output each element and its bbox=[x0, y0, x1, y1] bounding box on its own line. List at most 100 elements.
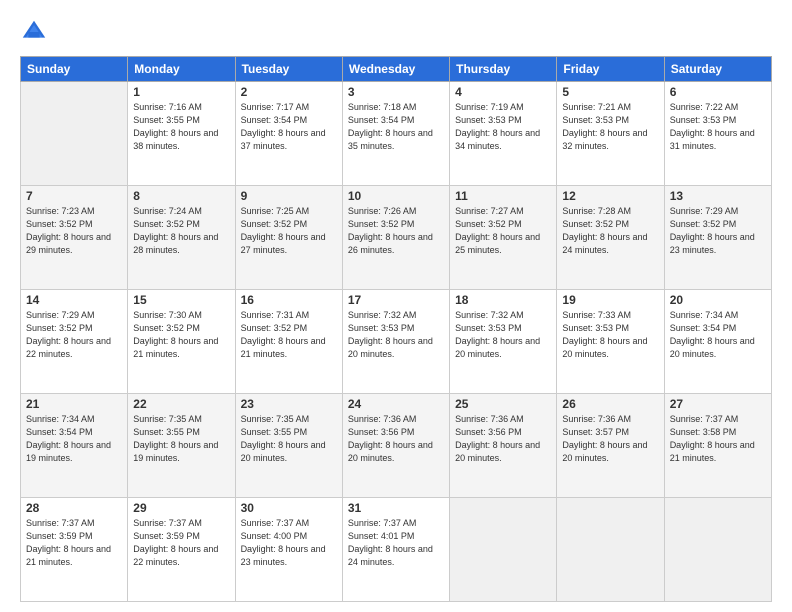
calendar-cell: 3 Sunrise: 7:18 AMSunset: 3:54 PMDaylight… bbox=[342, 82, 449, 186]
day-info: Sunrise: 7:33 AMSunset: 3:53 PMDaylight:… bbox=[562, 309, 658, 361]
day-number: 5 bbox=[562, 85, 658, 99]
calendar-table: Sunday Monday Tuesday Wednesday Thursday… bbox=[20, 56, 772, 602]
calendar-cell: 30 Sunrise: 7:37 AMSunset: 4:00 PMDayligh… bbox=[235, 498, 342, 602]
day-number: 8 bbox=[133, 189, 229, 203]
calendar-cell: 25 Sunrise: 7:36 AMSunset: 3:56 PMDayligh… bbox=[450, 394, 557, 498]
day-info: Sunrise: 7:31 AMSunset: 3:52 PMDaylight:… bbox=[241, 309, 337, 361]
day-number: 10 bbox=[348, 189, 444, 203]
day-info: Sunrise: 7:26 AMSunset: 3:52 PMDaylight:… bbox=[348, 205, 444, 257]
day-info: Sunrise: 7:32 AMSunset: 3:53 PMDaylight:… bbox=[348, 309, 444, 361]
day-number: 19 bbox=[562, 293, 658, 307]
day-number: 1 bbox=[133, 85, 229, 99]
day-info: Sunrise: 7:35 AMSunset: 3:55 PMDaylight:… bbox=[133, 413, 229, 465]
col-thursday: Thursday bbox=[450, 57, 557, 82]
header bbox=[20, 18, 772, 46]
calendar-cell: 15Sunrise: 7:30 AMSunset: 3:52 PMDayligh… bbox=[128, 290, 235, 394]
calendar-cell bbox=[450, 498, 557, 602]
day-info: Sunrise: 7:27 AMSunset: 3:52 PMDaylight:… bbox=[455, 205, 551, 257]
day-number: 29 bbox=[133, 501, 229, 515]
day-info: Sunrise: 7:32 AMSunset: 3:53 PMDaylight:… bbox=[455, 309, 551, 361]
day-info: Sunrise: 7:34 AMSunset: 3:54 PMDaylight:… bbox=[26, 413, 122, 465]
day-number: 18 bbox=[455, 293, 551, 307]
day-number: 17 bbox=[348, 293, 444, 307]
col-monday: Monday bbox=[128, 57, 235, 82]
calendar-cell: 22 Sunrise: 7:35 AMSunset: 3:55 PMDayligh… bbox=[128, 394, 235, 498]
day-number: 31 bbox=[348, 501, 444, 515]
day-number: 3 bbox=[348, 85, 444, 99]
calendar-week-2: 7 Sunrise: 7:23 AMSunset: 3:52 PMDaylight… bbox=[21, 186, 772, 290]
day-number: 23 bbox=[241, 397, 337, 411]
calendar-cell: 18 Sunrise: 7:32 AMSunset: 3:53 PMDayligh… bbox=[450, 290, 557, 394]
logo-icon bbox=[20, 18, 48, 46]
day-info: Sunrise: 7:23 AMSunset: 3:52 PMDaylight:… bbox=[26, 205, 122, 257]
calendar-cell: 26 Sunrise: 7:36 AMSunset: 3:57 PMDayligh… bbox=[557, 394, 664, 498]
calendar-cell bbox=[557, 498, 664, 602]
calendar-cell: 12 Sunrise: 7:28 AMSunset: 3:52 PMDayligh… bbox=[557, 186, 664, 290]
day-info: Sunrise: 7:22 AMSunset: 3:53 PMDaylight:… bbox=[670, 101, 766, 153]
day-info: Sunrise: 7:17 AMSunset: 3:54 PMDaylight:… bbox=[241, 101, 337, 153]
day-number: 12 bbox=[562, 189, 658, 203]
day-info: Sunrise: 7:36 AMSunset: 3:56 PMDaylight:… bbox=[348, 413, 444, 465]
calendar-cell: 6Sunrise: 7:22 AMSunset: 3:53 PMDaylight… bbox=[664, 82, 771, 186]
calendar-cell: 16 Sunrise: 7:31 AMSunset: 3:52 PMDayligh… bbox=[235, 290, 342, 394]
day-info: Sunrise: 7:19 AMSunset: 3:53 PMDaylight:… bbox=[455, 101, 551, 153]
day-info: Sunrise: 7:37 AMSunset: 3:59 PMDaylight:… bbox=[26, 517, 122, 569]
page: Sunday Monday Tuesday Wednesday Thursday… bbox=[0, 0, 792, 612]
calendar-header-row: Sunday Monday Tuesday Wednesday Thursday… bbox=[21, 57, 772, 82]
calendar-cell: 29 Sunrise: 7:37 AMSunset: 3:59 PMDayligh… bbox=[128, 498, 235, 602]
day-number: 28 bbox=[26, 501, 122, 515]
day-info: Sunrise: 7:37 AMSunset: 4:00 PMDaylight:… bbox=[241, 517, 337, 569]
day-info: Sunrise: 7:29 AMSunset: 3:52 PMDaylight:… bbox=[26, 309, 122, 361]
day-info: Sunrise: 7:36 AMSunset: 3:57 PMDaylight:… bbox=[562, 413, 658, 465]
day-info: Sunrise: 7:35 AMSunset: 3:55 PMDaylight:… bbox=[241, 413, 337, 465]
day-info: Sunrise: 7:16 AMSunset: 3:55 PMDaylight:… bbox=[133, 101, 229, 153]
day-number: 26 bbox=[562, 397, 658, 411]
calendar-cell: 17 Sunrise: 7:32 AMSunset: 3:53 PMDayligh… bbox=[342, 290, 449, 394]
day-info: Sunrise: 7:37 AMSunset: 4:01 PMDaylight:… bbox=[348, 517, 444, 569]
calendar-cell: 28 Sunrise: 7:37 AMSunset: 3:59 PMDayligh… bbox=[21, 498, 128, 602]
day-number: 25 bbox=[455, 397, 551, 411]
day-number: 27 bbox=[670, 397, 766, 411]
day-number: 16 bbox=[241, 293, 337, 307]
calendar-cell: 13 Sunrise: 7:29 AMSunset: 3:52 PMDayligh… bbox=[664, 186, 771, 290]
day-number: 4 bbox=[455, 85, 551, 99]
day-number: 30 bbox=[241, 501, 337, 515]
calendar-cell: 9Sunrise: 7:25 AMSunset: 3:52 PMDaylight… bbox=[235, 186, 342, 290]
calendar-cell bbox=[664, 498, 771, 602]
day-info: Sunrise: 7:24 AMSunset: 3:52 PMDaylight:… bbox=[133, 205, 229, 257]
day-info: Sunrise: 7:29 AMSunset: 3:52 PMDaylight:… bbox=[670, 205, 766, 257]
day-info: Sunrise: 7:36 AMSunset: 3:56 PMDaylight:… bbox=[455, 413, 551, 465]
calendar-cell: 19 Sunrise: 7:33 AMSunset: 3:53 PMDayligh… bbox=[557, 290, 664, 394]
calendar-cell: 1 Sunrise: 7:16 AMSunset: 3:55 PMDaylight… bbox=[128, 82, 235, 186]
day-number: 13 bbox=[670, 189, 766, 203]
calendar-cell: 10 Sunrise: 7:26 AMSunset: 3:52 PMDayligh… bbox=[342, 186, 449, 290]
day-number: 22 bbox=[133, 397, 229, 411]
calendar-cell: 27Sunrise: 7:37 AMSunset: 3:58 PMDayligh… bbox=[664, 394, 771, 498]
day-info: Sunrise: 7:28 AMSunset: 3:52 PMDaylight:… bbox=[562, 205, 658, 257]
day-info: Sunrise: 7:25 AMSunset: 3:52 PMDaylight:… bbox=[241, 205, 337, 257]
day-number: 21 bbox=[26, 397, 122, 411]
day-info: Sunrise: 7:21 AMSunset: 3:53 PMDaylight:… bbox=[562, 101, 658, 153]
calendar-week-3: 14 Sunrise: 7:29 AMSunset: 3:52 PMDayligh… bbox=[21, 290, 772, 394]
calendar-cell bbox=[21, 82, 128, 186]
calendar-cell: 24 Sunrise: 7:36 AMSunset: 3:56 PMDayligh… bbox=[342, 394, 449, 498]
calendar-cell: 2 Sunrise: 7:17 AMSunset: 3:54 PMDaylight… bbox=[235, 82, 342, 186]
col-tuesday: Tuesday bbox=[235, 57, 342, 82]
col-friday: Friday bbox=[557, 57, 664, 82]
col-wednesday: Wednesday bbox=[342, 57, 449, 82]
day-number: 14 bbox=[26, 293, 122, 307]
calendar-cell: 31 Sunrise: 7:37 AMSunset: 4:01 PMDayligh… bbox=[342, 498, 449, 602]
day-number: 2 bbox=[241, 85, 337, 99]
calendar-cell: 5 Sunrise: 7:21 AMSunset: 3:53 PMDaylight… bbox=[557, 82, 664, 186]
day-number: 11 bbox=[455, 189, 551, 203]
day-number: 7 bbox=[26, 189, 122, 203]
day-info: Sunrise: 7:18 AMSunset: 3:54 PMDaylight:… bbox=[348, 101, 444, 153]
day-info: Sunrise: 7:37 AMSunset: 3:59 PMDaylight:… bbox=[133, 517, 229, 569]
calendar-cell: 4 Sunrise: 7:19 AMSunset: 3:53 PMDaylight… bbox=[450, 82, 557, 186]
day-info: Sunrise: 7:30 AMSunset: 3:52 PMDaylight:… bbox=[133, 309, 229, 361]
day-number: 20 bbox=[670, 293, 766, 307]
logo bbox=[20, 18, 52, 46]
calendar-cell: 20Sunrise: 7:34 AMSunset: 3:54 PMDayligh… bbox=[664, 290, 771, 394]
calendar-cell: 23 Sunrise: 7:35 AMSunset: 3:55 PMDayligh… bbox=[235, 394, 342, 498]
day-number: 24 bbox=[348, 397, 444, 411]
